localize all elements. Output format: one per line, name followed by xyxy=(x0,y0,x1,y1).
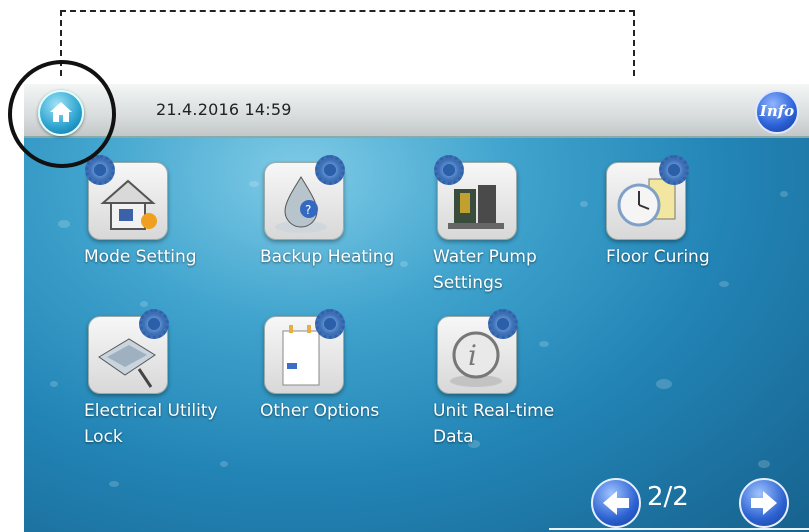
menu-item-backup-heating[interactable]: ? Backup Heating xyxy=(256,155,426,292)
pagination: 2/2 xyxy=(549,472,809,532)
water-pump-icon xyxy=(434,155,517,240)
gear-icon xyxy=(488,309,518,339)
menu-item-mode-setting[interactable]: Mode Setting xyxy=(80,155,250,292)
date-time: 21.4.2016 14:59 xyxy=(156,100,292,119)
menu-item-label: Backup Heating xyxy=(260,247,395,267)
menu-item-unit-real-time-data[interactable]: i Unit Real-time Data xyxy=(429,309,599,466)
arrow-left-icon xyxy=(603,491,629,515)
menu-item-label: Floor Curing xyxy=(606,247,710,267)
top-bar: 21.4.2016 14:59 Info xyxy=(24,84,809,138)
menu-item-label: Unit Real-time Data xyxy=(433,401,555,447)
svg-text:?: ? xyxy=(305,203,311,217)
utility-lock-icon xyxy=(88,309,169,394)
menu-item-floor-curing[interactable]: Floor Curing xyxy=(602,155,772,292)
menu-item-electrical-utility-lock[interactable]: Electrical Utility Lock xyxy=(80,309,250,466)
next-page-button[interactable] xyxy=(739,478,789,528)
backup-heating-icon: ? xyxy=(264,155,345,240)
gear-icon xyxy=(139,309,169,339)
menu-item-label: Electrical Utility Lock xyxy=(84,401,218,447)
menu-item-label: Other Options xyxy=(260,401,380,421)
info-button[interactable]: Info xyxy=(755,90,799,134)
page-indicator: 2/2 xyxy=(647,482,689,512)
info-icon: Info xyxy=(759,102,795,120)
gear-icon xyxy=(659,155,689,185)
prev-page-button[interactable] xyxy=(591,478,641,528)
menu-item-label: Mode Setting xyxy=(84,247,197,267)
arrow-right-icon xyxy=(751,491,777,515)
menu-item-label: Water Pump Settings xyxy=(433,247,537,293)
other-options-icon xyxy=(264,309,345,394)
gear-icon xyxy=(434,155,464,185)
floor-curing-icon xyxy=(606,155,689,240)
menu-item-other-options[interactable]: Other Options xyxy=(256,309,426,446)
controller-screen: 21.4.2016 14:59 Info Mode Setting ? Back… xyxy=(24,84,809,532)
callout-line xyxy=(60,10,635,76)
mode-setting-icon xyxy=(85,155,168,240)
divider xyxy=(549,528,809,530)
highlight-circle xyxy=(8,60,116,168)
gear-icon xyxy=(315,155,345,185)
gear-icon xyxy=(315,309,345,339)
svg-text:i: i xyxy=(468,339,477,372)
real-time-data-icon: i xyxy=(437,309,518,394)
menu-item-water-pump-settings[interactable]: Water Pump Settings xyxy=(429,155,599,312)
